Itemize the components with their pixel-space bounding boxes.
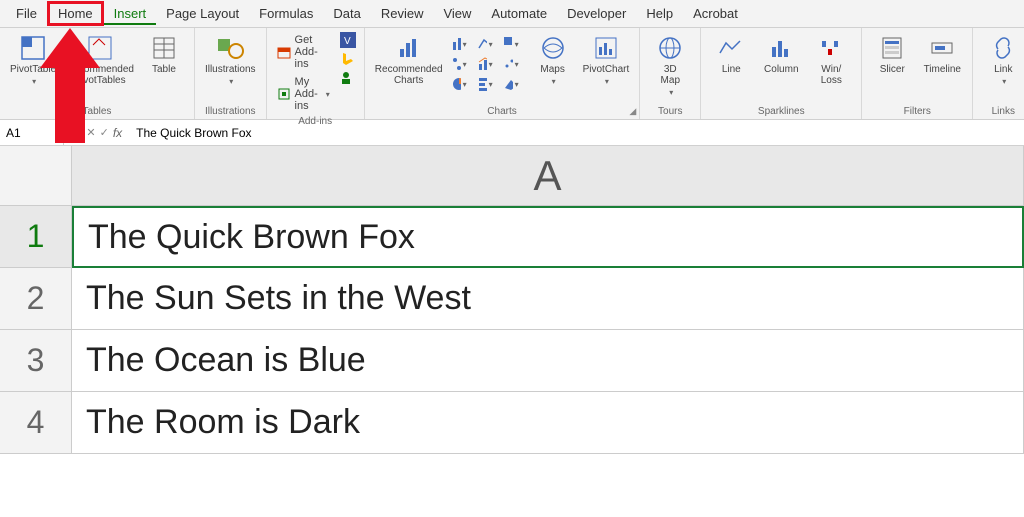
sparkline-column-icon <box>767 34 795 62</box>
row-header-3[interactable]: 3 <box>0 330 72 392</box>
illustrations-button[interactable]: Illustrations▾ <box>203 32 258 88</box>
tab-review[interactable]: Review <box>371 2 434 25</box>
tab-page-layout[interactable]: Page Layout <box>156 2 249 25</box>
recommended-charts-button[interactable]: Recommended Charts <box>373 32 445 88</box>
bar-chart-icon[interactable]: ▾ <box>477 76 493 92</box>
treemap-icon[interactable]: ▾ <box>503 36 519 52</box>
group-filters: Slicer Timeline Filters <box>862 28 973 119</box>
slicer-button[interactable]: Slicer <box>870 32 914 77</box>
pie-chart-icon[interactable]: ▾ <box>451 76 467 92</box>
chevron-down-icon: ▾ <box>1002 77 1006 86</box>
combo-chart-icon[interactable]: ▾ <box>477 56 493 72</box>
chevron-down-icon: ▾ <box>669 88 673 97</box>
chevron-down-icon: ▾ <box>605 77 609 86</box>
group-illustrations: Illustrations▾ Illustrations <box>195 28 267 119</box>
cell-a2[interactable]: The Sun Sets in the West <box>72 268 1024 330</box>
group-charts: Recommended Charts ▾ ▾ ▾ ▾ ▾ ▾ ▾ ▾ ▾ Map… <box>365 28 641 119</box>
store-icon <box>277 44 291 60</box>
sparkline-line-icon <box>717 34 745 62</box>
pivotchart-icon <box>592 34 620 62</box>
tab-help[interactable]: Help <box>636 2 683 25</box>
my-addins-button[interactable]: My Add-ins▾ <box>275 74 332 114</box>
table-button[interactable]: Table <box>142 32 186 77</box>
table-icon <box>150 34 178 62</box>
row-header-4[interactable]: 4 <box>0 392 72 454</box>
sparkline-column-button[interactable]: Column <box>759 32 803 77</box>
worksheet: A 1 The Quick Brown Fox 2 The Sun Sets i… <box>0 146 1024 454</box>
3dmap-button[interactable]: 3D Map▾ <box>648 32 692 99</box>
group-addins: Get Add-ins My Add-ins▾ V Add-ins <box>267 28 365 119</box>
tab-acrobat[interactable]: Acrobat <box>683 2 748 25</box>
ribbon-tabs: File Home Insert Page Layout Formulas Da… <box>0 0 1024 28</box>
link-icon <box>989 34 1017 62</box>
tab-file[interactable]: File <box>6 2 47 25</box>
cell-a3[interactable]: The Ocean is Blue <box>72 330 1024 392</box>
enter-icon[interactable]: ✓ <box>100 126 109 139</box>
globe-icon <box>656 34 684 62</box>
chevron-down-icon: ▾ <box>32 77 36 86</box>
map-icon <box>539 34 567 62</box>
people-icon[interactable] <box>340 70 356 86</box>
tab-formulas[interactable]: Formulas <box>249 2 323 25</box>
tab-automate[interactable]: Automate <box>481 2 557 25</box>
annotation-arrow <box>40 28 100 143</box>
hierarchy-chart-icon[interactable]: ▾ <box>451 56 467 72</box>
formula-input[interactable] <box>128 126 1024 140</box>
chevron-down-icon: ▾ <box>229 77 233 86</box>
select-all-corner[interactable] <box>0 146 72 205</box>
sparkline-line-button[interactable]: Line <box>709 32 753 77</box>
group-links: Link▾ Links <box>973 28 1024 119</box>
svg-text:V: V <box>344 36 351 47</box>
maps-button[interactable]: Maps▾ <box>531 32 575 88</box>
pivotchart-button[interactable]: PivotChart▾ <box>581 32 632 88</box>
cell-a1[interactable]: The Quick Brown Fox <box>72 206 1024 268</box>
row-header-2[interactable]: 2 <box>0 268 72 330</box>
sparkline-winloss-icon <box>817 34 845 62</box>
fx-icon[interactable]: fx <box>113 126 122 140</box>
scatter-chart-icon[interactable]: ▾ <box>503 56 519 72</box>
group-sparklines: Line Column Win/ Loss Sparklines <box>701 28 862 119</box>
tab-home[interactable]: Home <box>47 1 104 26</box>
group-tours: 3D Map▾ Tours <box>640 28 701 119</box>
sparkline-winloss-button[interactable]: Win/ Loss <box>809 32 853 88</box>
chevron-down-icon: ▾ <box>326 90 330 99</box>
column-header-a[interactable]: A <box>72 146 1024 205</box>
column-chart-icon[interactable]: ▾ <box>451 36 467 52</box>
row-header-1[interactable]: 1 <box>0 206 72 268</box>
surface-chart-icon[interactable]: ▾ <box>503 76 519 92</box>
cell-a4[interactable]: The Room is Dark <box>72 392 1024 454</box>
tab-insert[interactable]: Insert <box>104 2 157 25</box>
tab-developer[interactable]: Developer <box>557 2 636 25</box>
formula-bar: A1 ▾ | ✕ ✓ fx <box>0 120 1024 146</box>
shapes-icon <box>216 34 244 62</box>
addins-icon <box>277 86 291 102</box>
bing-icon[interactable] <box>340 51 356 67</box>
ribbon: PivotTable▾ Recommended PivotTables Tabl… <box>0 28 1024 120</box>
slicer-icon <box>878 34 906 62</box>
dialog-launcher-icon[interactable]: ◢ <box>629 106 636 117</box>
timeline-button[interactable]: Timeline <box>920 32 964 77</box>
tab-data[interactable]: Data <box>323 2 370 25</box>
chart-icon <box>395 34 423 62</box>
link-button[interactable]: Link▾ <box>981 32 1024 88</box>
chevron-down-icon: ▾ <box>552 77 556 86</box>
line-chart-icon[interactable]: ▾ <box>477 36 493 52</box>
get-addins-button[interactable]: Get Add-ins <box>275 32 332 72</box>
visio-icon[interactable]: V <box>340 32 356 48</box>
tab-view[interactable]: View <box>433 2 481 25</box>
timeline-icon <box>928 34 956 62</box>
